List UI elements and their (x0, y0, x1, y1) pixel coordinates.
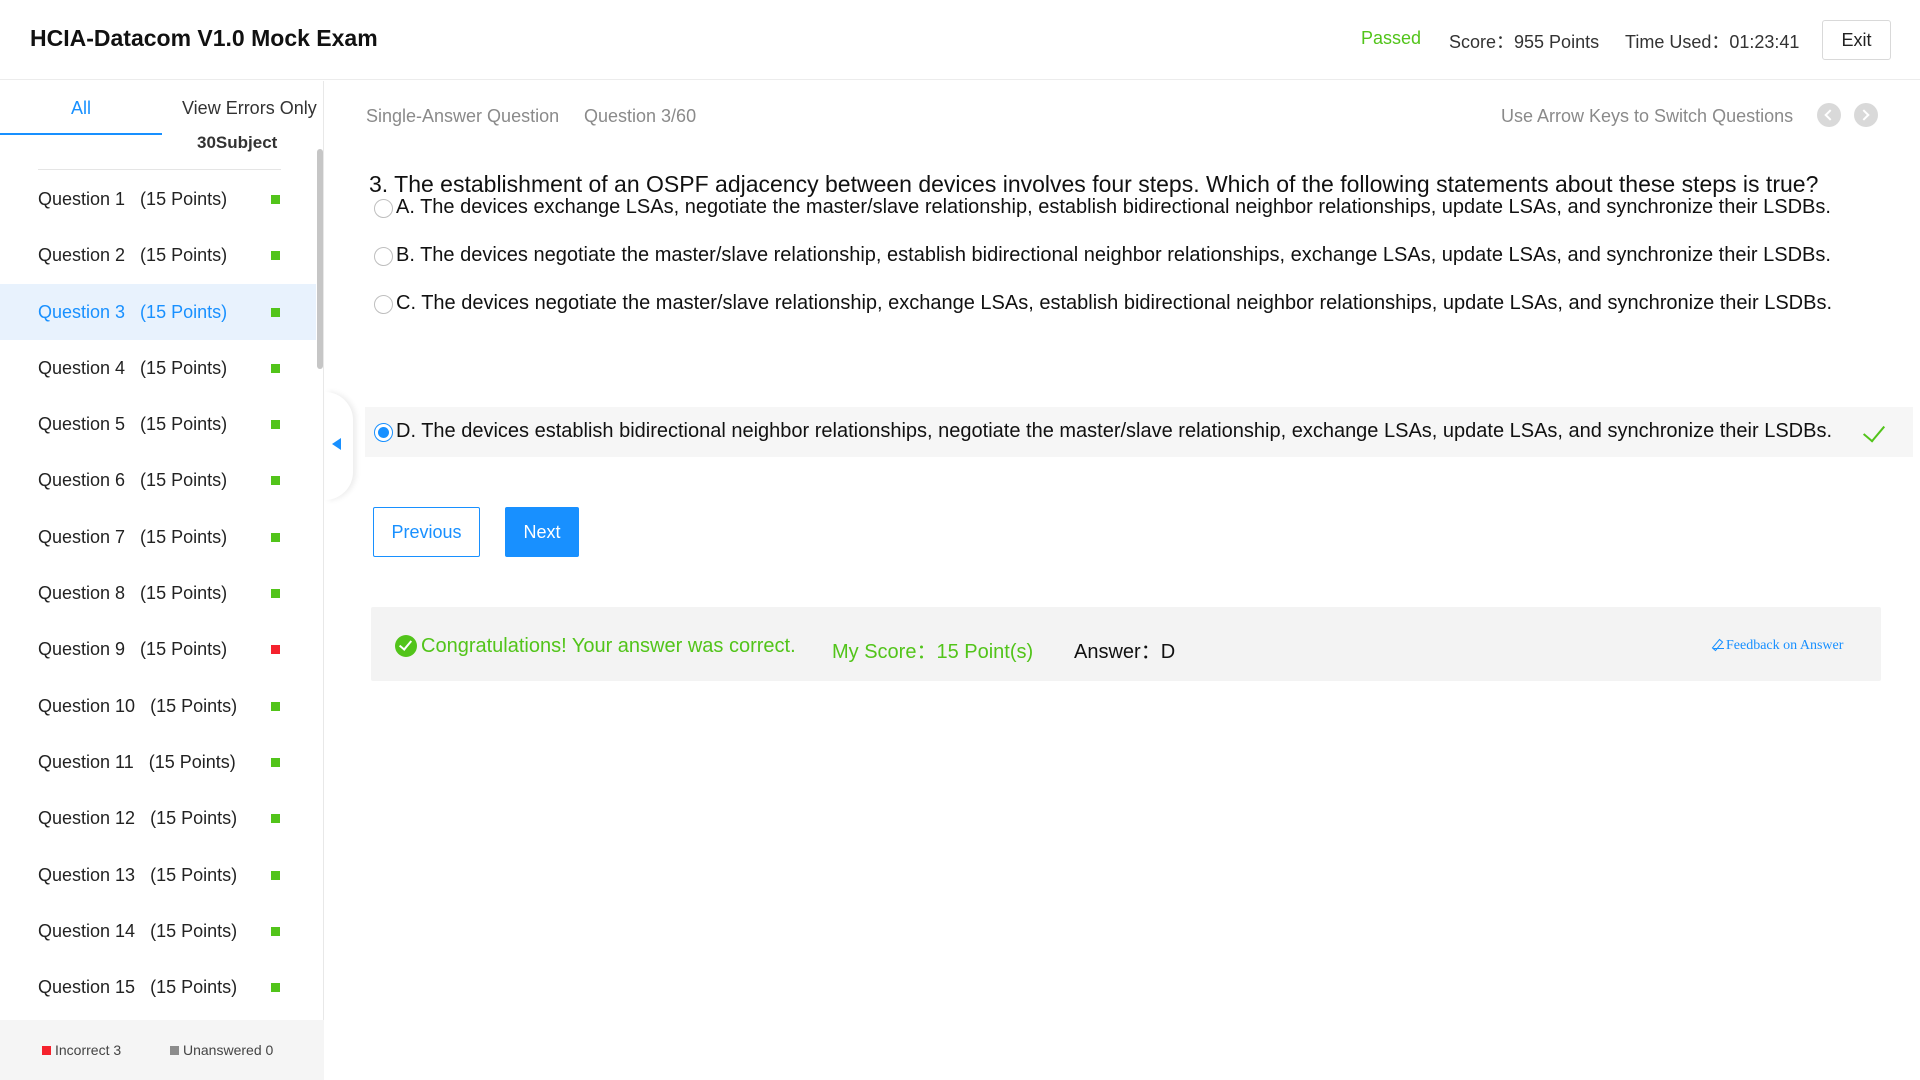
check-circle-icon (395, 635, 417, 657)
question-list-item-label: Question 5 (15 Points) (38, 414, 228, 435)
legend-incorrect: Incorrect 3 (42, 1042, 121, 1058)
my-score: My Score：15 Point(s) (832, 641, 1034, 663)
question-list-item[interactable]: Question 5 (15 Points) (0, 396, 316, 452)
feedback-label: Feedback on Answer (1726, 638, 1844, 653)
status-square-icon (271, 645, 280, 655)
feedback-link[interactable]: Feedback on Answer (1713, 638, 1843, 654)
status-square-icon (271, 476, 280, 486)
subject-count: 30Subject (197, 133, 278, 152)
page-title: HCIA-Datacom V1.0 Mock Exam (30, 25, 378, 51)
edit-icon (1713, 638, 1724, 649)
status-square-icon (271, 363, 280, 373)
question-sidebar: All View Errors Only 30Subject Question … (0, 81, 324, 1080)
legend-unanswered-label: Unanswered 0 (183, 1042, 274, 1058)
divider (38, 169, 281, 170)
question-list-item[interactable]: Question 4 (15 Points) (0, 340, 316, 396)
answer-option[interactable]: D. The devices establish bidirectional n… (365, 407, 1913, 457)
question-list-item-label: Question 7 (15 Points) (38, 526, 228, 547)
question-list-item[interactable]: Question 6 (15 Points) (0, 452, 316, 508)
status-square-icon (271, 814, 280, 824)
question-list-item-label: Question 12 (15 Points) (38, 808, 238, 829)
legend-incorrect-label: Incorrect 3 (55, 1042, 122, 1058)
question-list-item-label: Question 11 (15 Points) (38, 751, 236, 772)
question-list-item-label: Question 14 (15 Points) (38, 920, 238, 941)
question-list-item[interactable]: Question 14 (15 Points) (0, 903, 316, 959)
chevron-right-icon (1858, 109, 1870, 121)
question-list-item-label: Question 9 (15 Points) (38, 639, 228, 660)
answer-option-text: D. The devices establish bidirectional n… (396, 420, 1833, 442)
question-number: Question 3/60 (584, 106, 697, 126)
question-list-item[interactable]: Question 1 (15 Points) (0, 171, 316, 227)
question-list-item-label: Question 3 (15 Points) (38, 301, 228, 322)
next-button[interactable]: Next (505, 507, 579, 557)
app-header: HCIA-Datacom V1.0 Mock Exam Passed Score… (0, 0, 1920, 80)
time-used-label: Time Used：01:23:41 (1625, 32, 1800, 52)
answer-option-text: B. The devices negotiate the master/slav… (396, 244, 1831, 266)
correct-answer: Answer：D (1074, 641, 1176, 663)
question-list-item[interactable]: Question 11 (15 Points) (0, 734, 316, 790)
status-square-icon (271, 589, 280, 599)
radio-button[interactable] (374, 199, 393, 218)
answer-option[interactable]: B. The devices negotiate the master/slav… (369, 231, 1914, 281)
question-list-item[interactable]: Question 2 (15 Points) (0, 227, 316, 283)
chevron-left-icon (1824, 109, 1836, 121)
question-list-item[interactable]: Question 8 (15 Points) (0, 565, 316, 621)
incorrect-square-icon (42, 1046, 51, 1055)
previous-button[interactable]: Previous (373, 507, 480, 557)
result-message: Congratulations! Your answer was correct… (421, 635, 796, 657)
next-question-button[interactable] (1854, 103, 1878, 127)
status-square-icon (271, 926, 280, 936)
question-list-item-label: Question 6 (15 Points) (38, 470, 228, 491)
question-list-item-label: Question 2 (15 Points) (38, 245, 228, 266)
question-list-item-label: Question 13 (15 Points) (38, 864, 238, 885)
sidebar-tabs: All View Errors Only (0, 81, 324, 136)
question-list-item-label: Question 1 (15 Points) (38, 189, 228, 209)
exam-status-label: Passed (1361, 28, 1422, 48)
status-square-icon (271, 870, 280, 880)
answer-option[interactable]: A. The devices exchange LSAs, negotiate … (369, 183, 1914, 233)
question-list-item[interactable]: Question 7 (15 Points) (0, 509, 316, 565)
checkmark-icon (1862, 419, 1886, 443)
total-score-label: Score：955 Points (1449, 32, 1600, 52)
question-list-item-label: Question 8 (15 Points) (38, 583, 228, 604)
tab-all[interactable]: All (71, 98, 91, 119)
question-type: Single-Answer Question (366, 106, 560, 126)
question-panel: Single-Answer Question Question 3/60 Use… (325, 81, 1920, 1080)
question-list-item-label: Question 15 (15 Points) (38, 977, 238, 998)
status-legend: Incorrect 3 Unanswered 0 (0, 1020, 324, 1080)
status-square-icon (271, 251, 280, 261)
radio-button[interactable] (374, 295, 393, 314)
prev-question-button[interactable] (1817, 103, 1841, 127)
status-square-icon (271, 983, 280, 993)
tab-view-errors-only[interactable]: View Errors Only (182, 98, 317, 119)
question-list-item[interactable]: Question 3 (15 Points) (0, 283, 316, 340)
status-square-icon (271, 757, 280, 767)
answer-option-text: A. The devices exchange LSAs, negotiate … (396, 196, 1831, 218)
answer-option[interactable]: C. The devices negotiate the master/slav… (369, 279, 1914, 329)
status-square-icon (271, 701, 280, 711)
status-square-icon (271, 307, 280, 317)
status-square-icon (271, 532, 280, 542)
question-list-item[interactable]: Question 9 (15 Points) (0, 621, 316, 677)
radio-button[interactable] (374, 423, 393, 442)
active-tab-indicator (0, 133, 162, 135)
status-square-icon (271, 195, 280, 204)
exit-button[interactable]: Exit (1822, 20, 1891, 60)
question-list-item-label: Question 10 (15 Points) (38, 695, 238, 716)
question-list-item[interactable]: Question 12 (15 Points) (0, 790, 316, 846)
nav-hint: Use Arrow Keys to Switch Questions (1501, 106, 1794, 126)
status-square-icon (271, 420, 280, 430)
question-list: Question 1 (15 Points) Question 2 (15 Poi… (0, 171, 316, 1015)
unanswered-square-icon (170, 1046, 179, 1055)
result-panel: Congratulations! Your answer was correct… (371, 607, 1881, 681)
question-list-item[interactable]: Question 13 (15 Points) (0, 847, 316, 903)
question-list-item-label: Question 4 (15 Points) (38, 357, 228, 378)
sidebar-scrollbar[interactable] (317, 149, 323, 369)
question-list-item[interactable]: Question 15 (15 Points) (0, 959, 316, 1015)
answer-option-text: C. The devices negotiate the master/slav… (396, 292, 1833, 314)
legend-unanswered: Unanswered 0 (170, 1042, 273, 1058)
question-list-item[interactable]: Question 10 (15 Points) (0, 678, 316, 734)
radio-button[interactable] (374, 247, 393, 266)
